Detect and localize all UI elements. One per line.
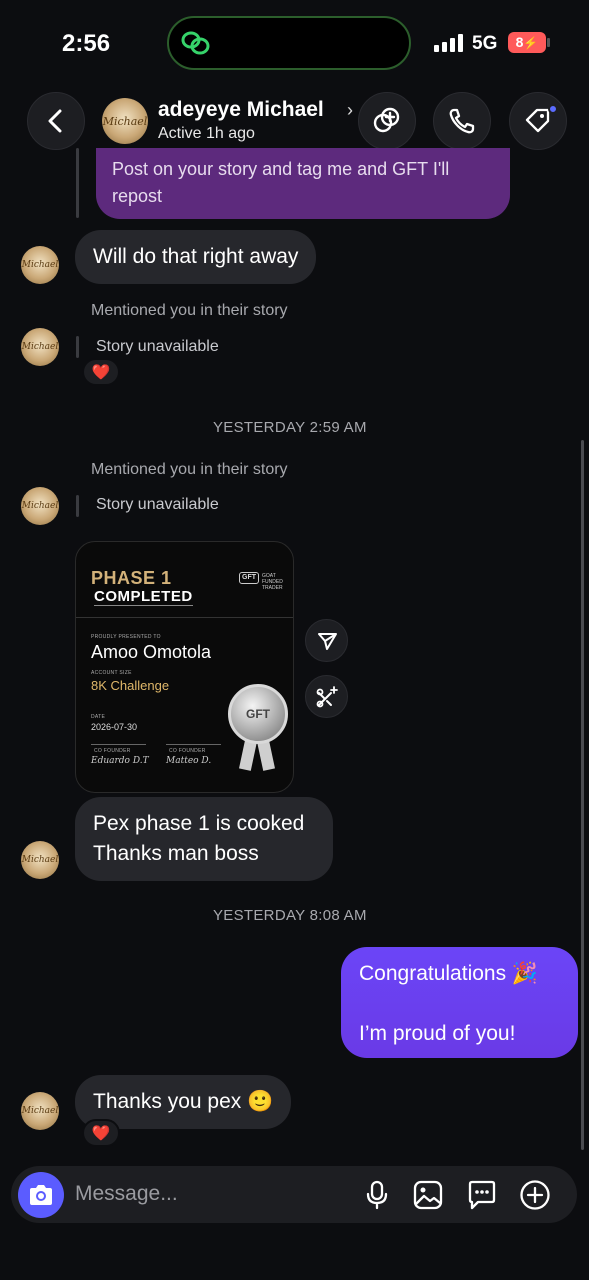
- cert-founder1-label: CO FOUNDER: [94, 748, 131, 754]
- sent-message-bubble[interactable]: Congratulations 🎉 I’m proud of you!: [341, 947, 578, 1058]
- chevron-right-icon[interactable]: ›: [347, 100, 353, 121]
- story-line: [76, 495, 79, 517]
- cert-status: COMPLETED: [94, 588, 193, 606]
- back-icon: [48, 109, 62, 133]
- avatar-text: Michael: [21, 260, 59, 270]
- plus-icon: [520, 1180, 550, 1210]
- timestamp: YESTERDAY 2:59 AM: [213, 419, 367, 436]
- reaction-emoji: ❤️: [91, 1125, 111, 1142]
- message-input[interactable]: Message...: [75, 1182, 178, 1206]
- mic-icon: [366, 1180, 388, 1210]
- reply-line: [76, 148, 79, 218]
- remix-button[interactable]: [305, 675, 348, 718]
- cert-size-label: ACCOUNT SIZE: [91, 670, 132, 676]
- avatar-text: Michael: [102, 114, 148, 128]
- story-mention-label: Mentioned you in their story: [91, 461, 288, 478]
- cert-phase: PHASE 1: [91, 568, 172, 588]
- cert-presented-label: PROUDLY PRESENTED TO: [91, 634, 161, 640]
- avatar-text: Michael: [21, 501, 59, 511]
- sticker-icon: [468, 1180, 496, 1210]
- cert-challenge: 8K Challenge: [91, 678, 170, 693]
- share-icon: [317, 632, 337, 650]
- cert-name: Amoo Omotola: [91, 642, 212, 662]
- camera-icon: [30, 1185, 52, 1205]
- reaction-emoji: ❤️: [91, 364, 111, 381]
- quoted-reply-text: Post on your story and tag me and GFT I'…: [112, 159, 450, 206]
- cert-founder2-label: CO FOUNDER: [169, 748, 206, 754]
- message-text-line: Congratulations 🎉: [359, 962, 539, 985]
- scrollbar[interactable]: [581, 440, 584, 1150]
- message-text: Thanks you pex 🙂: [93, 1090, 274, 1113]
- camera-button[interactable]: [18, 1172, 64, 1218]
- add-people-button[interactable]: [358, 92, 416, 150]
- story-unavailable[interactable]: Story unavailable: [96, 496, 219, 514]
- heart-reaction[interactable]: ❤️: [82, 1119, 120, 1147]
- story-line: [76, 336, 79, 358]
- cert-date: 2026-07-30: [91, 722, 138, 732]
- message-bubble[interactable]: Will do that right away: [75, 230, 317, 284]
- medal-icon: GFT: [228, 684, 288, 744]
- story-mention-label: Mentioned you in their story: [91, 302, 288, 319]
- network-label: 5G: [472, 33, 498, 54]
- avatar-text: Michael: [21, 855, 59, 865]
- remix-icon: [316, 685, 338, 707]
- cert-founder1-signature: Eduardo D.T: [91, 756, 149, 766]
- cert-founder2-signature: Matteo D.: [166, 756, 212, 766]
- signal-icon: [434, 34, 463, 52]
- call-button[interactable]: [433, 92, 491, 150]
- sender-avatar[interactable]: Michael: [21, 328, 59, 366]
- sender-avatar[interactable]: Michael: [21, 487, 59, 525]
- cert-divider: [76, 617, 293, 618]
- share-button[interactable]: [305, 619, 348, 662]
- tag-button[interactable]: [509, 92, 567, 150]
- medal-text: GFT: [246, 707, 270, 721]
- avatar-text: Michael: [21, 1106, 59, 1116]
- sticker-button[interactable]: [465, 1178, 499, 1212]
- gallery-button[interactable]: [411, 1178, 445, 1212]
- cert-logo-mark: GFT: [239, 572, 259, 584]
- avatar[interactable]: Michael: [102, 98, 148, 144]
- back-button[interactable]: [27, 92, 85, 150]
- heart-reaction[interactable]: ❤️: [82, 358, 120, 386]
- notification-dot: [548, 104, 558, 114]
- quoted-reply-bubble[interactable]: Post on your story and tag me and GFT I'…: [96, 148, 510, 219]
- contact-status: Active 1h ago: [158, 125, 255, 142]
- message-text: Will do that right away: [93, 245, 299, 268]
- add-people-icon: [373, 107, 400, 133]
- story-unavailable[interactable]: Story unavailable: [96, 338, 219, 356]
- link-icon: [181, 31, 210, 55]
- gallery-icon: [413, 1180, 443, 1210]
- sender-avatar[interactable]: Michael: [21, 841, 59, 879]
- avatar-text: Michael: [21, 342, 59, 352]
- battery-icon: 8⚡: [508, 32, 546, 53]
- plus-button[interactable]: [518, 1178, 552, 1212]
- timestamp: YESTERDAY 8:08 AM: [213, 907, 367, 924]
- sender-avatar[interactable]: Michael: [21, 1092, 59, 1130]
- phone-icon: [449, 108, 475, 134]
- contact-name[interactable]: adeyeye Michael: [158, 98, 324, 122]
- certificate-image[interactable]: PHASE 1 COMPLETED GFT GOAT FUNDED TRADER…: [75, 541, 294, 793]
- dynamic-island: [167, 16, 411, 70]
- status-time: 2:56: [62, 30, 111, 57]
- cert-date-label: DATE: [91, 714, 106, 720]
- cert-logo-text: GOAT FUNDED TRADER: [262, 573, 283, 591]
- mic-button[interactable]: [360, 1178, 394, 1212]
- message-bubble[interactable]: Pex phase 1 is cooked Thanks man boss: [75, 797, 333, 881]
- sender-avatar[interactable]: Michael: [21, 246, 59, 284]
- message-text-line: Pex phase 1 is cooked: [93, 812, 305, 835]
- message-text-line: Thanks man boss: [93, 842, 259, 865]
- battery-cap: [547, 38, 550, 47]
- message-text-line: I’m proud of you!: [359, 1022, 516, 1045]
